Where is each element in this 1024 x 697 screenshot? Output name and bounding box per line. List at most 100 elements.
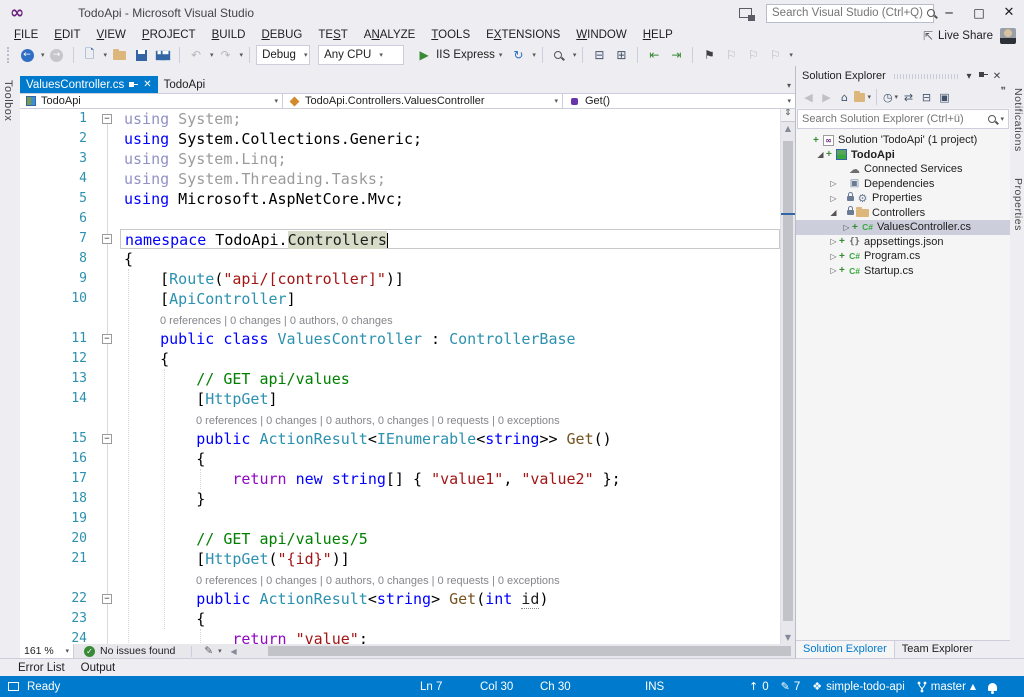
fold-margin[interactable]	[96, 209, 120, 229]
tree-item-dependencies[interactable]: ▷ ▣ Dependencies	[796, 177, 1010, 192]
line-number[interactable]: 21	[20, 549, 96, 569]
background-tasks-icon[interactable]	[8, 682, 19, 691]
save-all-button[interactable]	[153, 45, 173, 65]
breadcrumb-type-select[interactable]: TodoApi.Controllers.ValuesController ▾	[283, 94, 563, 108]
tree-item-solution-todoapi-1-project[interactable]: + ∞ Solution 'TodoApi' (1 project)	[796, 133, 1010, 148]
tree-item-startup-cs[interactable]: ▷ + C# Startup.cs	[796, 264, 1010, 279]
scroll-left-arrow[interactable]: ◀	[228, 647, 240, 656]
breadcrumb-member-select[interactable]: Get() ▾	[563, 94, 795, 108]
branch-button[interactable]: master ▲	[917, 681, 976, 693]
fold-margin[interactable]	[96, 169, 120, 189]
code-line-12[interactable]: 12 {	[20, 349, 780, 369]
close-panel-icon[interactable]: ✕	[990, 71, 1004, 82]
window-position-icon[interactable]: ▾	[962, 71, 976, 82]
tree-item-program-cs[interactable]: ▷ + C# Program.cs	[796, 249, 1010, 264]
fold-margin[interactable]	[96, 289, 120, 309]
sync-with-active-document-button[interactable]: ⇄	[900, 88, 917, 106]
document-tab-valuescontroller-cs[interactable]: ValuesController.cs ✕	[20, 76, 158, 93]
code-line-16[interactable]: 16 {	[20, 449, 780, 469]
code-line-21[interactable]: 21 [HttpGet("{id}")]	[20, 549, 780, 569]
code-line-4[interactable]: 4 using System.Threading.Tasks;	[20, 169, 780, 189]
expand-arrow-icon[interactable]: ▷	[828, 266, 839, 275]
line-indicator[interactable]: Ln 7	[420, 681, 480, 693]
fold-margin[interactable]	[96, 389, 120, 409]
line-number[interactable]: 3	[20, 149, 96, 169]
open-file-button[interactable]	[109, 45, 129, 65]
user-avatar[interactable]	[1000, 28, 1016, 44]
menu-view[interactable]: VIEW	[89, 26, 134, 44]
tool-tab-properties[interactable]: Properties	[1010, 174, 1024, 235]
fold-margin[interactable]	[96, 129, 120, 149]
fold-margin[interactable]	[96, 269, 120, 289]
tool-tab-notifications[interactable]: Notifications	[1010, 84, 1024, 156]
code-line-18[interactable]: 18 }	[20, 489, 780, 509]
pin-tab-icon[interactable]	[129, 80, 138, 89]
menu-extensions[interactable]: EXTENSIONS	[478, 26, 568, 44]
navigate-forward-button[interactable]: →	[47, 45, 67, 65]
collapse-region-icon[interactable]: −	[102, 114, 112, 124]
close-tab-icon[interactable]: ✕	[143, 79, 151, 90]
code-line-20[interactable]: 20 // GET api/values/5	[20, 529, 780, 549]
code-line-23[interactable]: 23 {	[20, 609, 780, 629]
code-line-3[interactable]: 3 using System.Linq;	[20, 149, 780, 169]
tree-item-connected-services[interactable]: ☁ Connected Services	[796, 162, 1010, 177]
collapse-arrow-icon[interactable]: ◢	[828, 208, 839, 217]
code-line-6[interactable]: 6	[20, 209, 780, 229]
codelens-indicator[interactable]: 0 references | 0 changes | 0 authors, 0 …	[20, 409, 780, 429]
code-line-7[interactable]: 7 − namespace TodoApi.Controllers	[20, 229, 780, 249]
collapse-all-button[interactable]: ⊟	[918, 88, 935, 106]
quick-search-input[interactable]	[772, 7, 926, 19]
menu-tools[interactable]: TOOLS	[423, 26, 478, 44]
toggle-bookmark-button[interactable]: ⚑	[699, 45, 719, 65]
panel-tab-solution-explorer[interactable]: Solution Explorer	[796, 641, 895, 658]
panel-tab-output[interactable]: Output	[81, 662, 116, 674]
code-line-22[interactable]: 22 − public ActionResult<string> Get(int…	[20, 589, 780, 609]
increase-indent-button[interactable]: ⇥	[666, 45, 686, 65]
line-number[interactable]: 6	[20, 209, 96, 229]
menu-edit[interactable]: EDIT	[46, 26, 88, 44]
repository-button[interactable]: ❖ simple-todo-api	[812, 680, 905, 693]
fold-margin[interactable]	[96, 609, 120, 629]
fold-margin[interactable]	[96, 489, 120, 509]
undo-button[interactable]: ↶	[186, 45, 206, 65]
tool-tab-toolbox[interactable]: Toolbox	[0, 76, 16, 125]
forward-button[interactable]: ▶	[818, 88, 835, 106]
switch-views-button[interactable]: ▾	[854, 88, 871, 106]
solution-search-input[interactable]	[802, 113, 987, 125]
line-number[interactable]: 14	[20, 389, 96, 409]
fold-margin[interactable]	[96, 629, 120, 644]
code-line-5[interactable]: 5 using Microsoft.AspNetCore.Mvc;	[20, 189, 780, 209]
tree-item-properties[interactable]: ▷ ⚙ Properties	[796, 191, 1010, 206]
fold-margin[interactable]: −	[96, 429, 120, 449]
pending-changes-filter-button[interactable]: ◷▾	[882, 88, 899, 106]
line-number[interactable]: 8	[20, 249, 96, 269]
menu-window[interactable]: WINDOW	[568, 26, 634, 44]
fold-margin[interactable]	[96, 469, 120, 489]
menu-help[interactable]: HELP	[635, 26, 681, 44]
clear-bookmarks-button[interactable]: ⚐	[765, 45, 785, 65]
fold-margin[interactable]	[96, 509, 120, 529]
fold-margin[interactable]: −	[96, 329, 120, 349]
document-health-indicator[interactable]: ✓ No issues found	[74, 645, 185, 657]
uncomment-lines-button[interactable]: ⊞	[611, 45, 631, 65]
codelens-indicator[interactable]: 0 references | 0 changes | 0 authors, 0 …	[20, 569, 780, 589]
line-number[interactable]: 1	[20, 109, 96, 129]
menu-project[interactable]: PROJECT	[134, 26, 204, 44]
code-line-11[interactable]: 11 − public class ValuesController : Con…	[20, 329, 780, 349]
fold-margin[interactable]	[96, 529, 120, 549]
line-number[interactable]: 22	[20, 589, 96, 609]
scroll-down-arrow[interactable]: ▼	[781, 631, 795, 644]
menu-analyze[interactable]: ANALYZE	[356, 26, 424, 44]
fold-margin[interactable]	[96, 369, 120, 389]
expand-arrow-icon[interactable]: ▷	[828, 179, 839, 188]
code-line-1[interactable]: 1 − using System;	[20, 109, 780, 129]
line-number[interactable]: 23	[20, 609, 96, 629]
character-indicator[interactable]: Ch 30	[540, 681, 645, 693]
codelens-indicator[interactable]: 0 references | 0 changes | 0 authors, 0 …	[20, 309, 780, 329]
expand-arrow-icon[interactable]: ▷	[828, 237, 839, 246]
line-number[interactable]: 15	[20, 429, 96, 449]
collapse-region-icon[interactable]: −	[102, 234, 112, 244]
navigate-backward-button[interactable]: ←	[17, 45, 37, 65]
collapse-arrow-icon[interactable]: ◢	[815, 150, 826, 159]
properties-button[interactable]: ▣	[936, 88, 953, 106]
